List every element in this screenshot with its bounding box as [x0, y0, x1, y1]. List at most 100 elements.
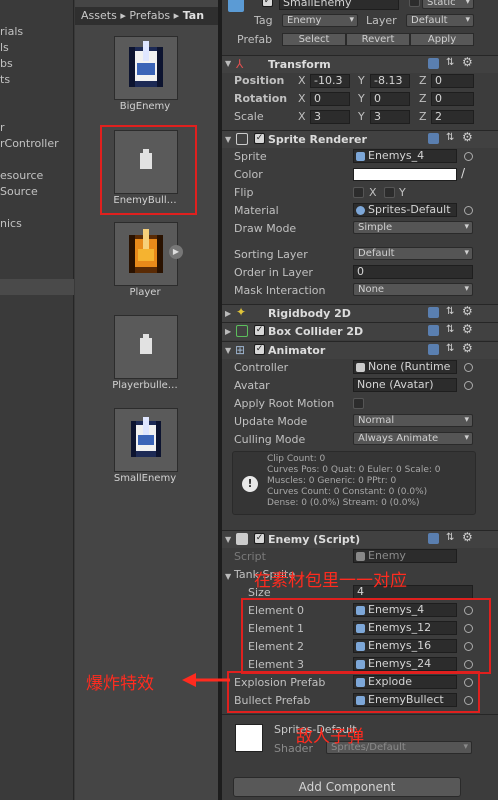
asset-thumbnail-smallenemy[interactable] — [114, 408, 178, 472]
gear-icon[interactable]: ⚙ — [462, 341, 473, 355]
layer-dropdown[interactable]: Default — [406, 14, 474, 27]
info-line: Clip Count: 0 — [267, 454, 326, 464]
fold-arrow-icon[interactable]: ▼ — [225, 535, 231, 544]
static-dropdown[interactable]: Static — [422, 0, 474, 9]
position-y-field[interactable]: -8.13 — [370, 74, 410, 88]
rigidbody-header[interactable] — [222, 304, 498, 322]
controller-value: None (Runtime — [368, 360, 451, 373]
breadcrumb-item[interactable]: Tan — [183, 9, 204, 22]
mask-interaction-dropdown[interactable]: None — [353, 283, 473, 296]
gear-icon[interactable]: ⚙ — [462, 55, 473, 69]
gear-icon[interactable]: ⚙ — [462, 130, 473, 144]
scale-z-field[interactable]: 2 — [431, 110, 474, 124]
hierarchy-item[interactable]: r — [0, 121, 5, 134]
breadcrumb[interactable]: Assets ▸ Prefabs ▸ Tan — [75, 7, 218, 25]
hierarchy-item[interactable]: esource — [0, 169, 43, 182]
active-checkbox[interactable]: ✓ — [262, 0, 273, 7]
hierarchy-column — [0, 0, 74, 800]
scale-x-field[interactable]: 3 — [310, 110, 350, 124]
enable-checkbox[interactable]: ✓ — [254, 533, 265, 544]
preset-icon[interactable]: ⇅ — [446, 343, 454, 354]
play-arrow-icon[interactable]: ▶ — [169, 245, 183, 259]
sprite-field[interactable]: Enemys_4 — [353, 149, 457, 163]
flip-x-checkbox[interactable] — [353, 187, 364, 198]
asset-label: Playerbulle… — [112, 380, 178, 391]
fold-arrow-icon[interactable]: ▼ — [225, 135, 231, 144]
fold-arrow-icon[interactable]: ▶ — [225, 309, 231, 318]
flip-y-checkbox[interactable] — [384, 187, 395, 198]
draw-mode-dropdown[interactable]: Simple — [353, 221, 473, 234]
tag-label: Tag — [254, 14, 273, 27]
help-icon[interactable] — [428, 325, 439, 336]
position-x-field[interactable]: -10.3 — [310, 74, 350, 88]
rigidbody-icon: ✦ — [236, 305, 247, 319]
transform-header[interactable] — [222, 55, 498, 73]
scale-y-field[interactable]: 3 — [370, 110, 410, 124]
hierarchy-item[interactable]: rController — [0, 137, 59, 150]
transform-axes-icon: ⅄ — [236, 57, 244, 71]
enable-checkbox[interactable]: ✓ — [254, 344, 265, 355]
prefab-apply-button[interactable]: Apply — [410, 33, 474, 46]
order-in-layer-field[interactable]: 0 — [353, 265, 473, 279]
layer-label: Layer — [366, 14, 397, 27]
fold-arrow-icon[interactable]: ▼ — [225, 59, 231, 68]
enable-checkbox[interactable]: ✓ — [254, 133, 265, 144]
preset-icon[interactable]: ⇅ — [446, 57, 454, 68]
update-mode-dropdown[interactable]: Normal — [353, 414, 473, 427]
eyedropper-icon[interactable]: / — [461, 166, 465, 180]
annotation-bottom: 敌人子弹 — [296, 727, 364, 747]
rotation-y-field[interactable]: 0 — [370, 92, 410, 106]
sorting-layer-dropdown[interactable]: Default — [353, 247, 473, 260]
preset-icon[interactable]: ⇅ — [446, 306, 454, 317]
prefab-label: Prefab — [237, 33, 273, 46]
static-checkbox[interactable] — [409, 0, 420, 7]
help-icon[interactable] — [428, 58, 439, 69]
asset-thumbnail-playerbullet[interactable] — [114, 315, 178, 379]
object-picker-icon[interactable] — [464, 206, 473, 215]
gear-icon[interactable]: ⚙ — [462, 304, 473, 318]
help-icon[interactable] — [428, 533, 439, 544]
help-icon[interactable] — [428, 344, 439, 355]
object-picker-icon[interactable] — [464, 363, 473, 372]
rotation-z-field[interactable]: 0 — [431, 92, 474, 106]
breadcrumb-item[interactable]: Assets — [81, 9, 117, 22]
avatar-field[interactable]: None (Avatar) — [353, 378, 457, 392]
rotation-x-field[interactable]: 0 — [310, 92, 350, 106]
object-picker-icon[interactable] — [464, 381, 473, 390]
hierarchy-item[interactable]: ts — [0, 73, 10, 86]
enable-checkbox[interactable]: ✓ — [254, 325, 265, 336]
add-component-button[interactable]: Add Component — [233, 777, 461, 797]
tag-dropdown[interactable]: Enemy — [282, 14, 358, 27]
controller-field[interactable]: None (Runtime — [353, 360, 457, 374]
hierarchy-item[interactable]: nics — [0, 217, 22, 230]
material-field[interactable]: Sprites-Default — [353, 203, 457, 217]
apply-root-motion-checkbox[interactable] — [353, 398, 364, 409]
flip-y-label: Y — [399, 186, 406, 199]
hierarchy-item[interactable]: Source — [0, 185, 38, 198]
object-picker-icon[interactable] — [464, 152, 473, 161]
asset-label: BigEnemy — [119, 101, 171, 112]
culling-mode-dropdown[interactable]: Always Animate — [353, 432, 473, 445]
controller-asset-icon — [356, 363, 365, 372]
help-icon[interactable] — [428, 307, 439, 318]
object-name-field[interactable]: SmallEnemy — [279, 0, 399, 10]
prefab-revert-button[interactable]: Revert — [346, 33, 410, 46]
gear-icon[interactable]: ⚙ — [462, 530, 473, 544]
hierarchy-item[interactable]: ls — [0, 41, 9, 54]
help-icon[interactable] — [428, 133, 439, 144]
hierarchy-item[interactable]: rials — [0, 25, 23, 38]
preset-icon[interactable]: ⇅ — [446, 532, 454, 543]
fold-arrow-icon[interactable]: ▶ — [225, 327, 231, 336]
preset-icon[interactable]: ⇅ — [446, 324, 454, 335]
gear-icon[interactable]: ⚙ — [462, 322, 473, 336]
color-swatch[interactable] — [353, 168, 457, 181]
prefab-select-button[interactable]: Select — [282, 33, 346, 46]
fold-arrow-icon[interactable]: ▼ — [225, 572, 231, 581]
preset-icon[interactable]: ⇅ — [446, 132, 454, 143]
fold-arrow-icon[interactable]: ▼ — [225, 346, 231, 355]
breadcrumb-item[interactable]: Prefabs — [129, 9, 170, 22]
position-label: Position — [234, 74, 285, 87]
hierarchy-item[interactable]: bs — [0, 57, 13, 70]
position-z-field[interactable]: 0 — [431, 74, 474, 88]
asset-thumbnail-bigenemy[interactable] — [114, 36, 178, 100]
